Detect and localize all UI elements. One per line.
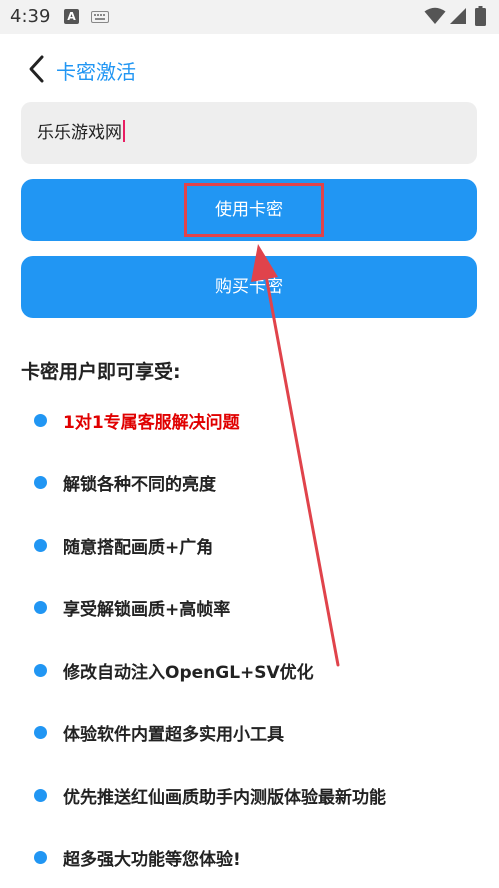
bullet-dot-icon: [34, 851, 47, 864]
chevron-left-icon[interactable]: [26, 54, 48, 84]
benefit-text: 解锁各种不同的亮度: [63, 475, 216, 495]
buy-card-button[interactable]: 购买卡密: [21, 256, 477, 318]
benefit-text: 体验软件内置超多实用小工具: [63, 725, 284, 745]
text-caret: [123, 120, 125, 142]
notification-a-icon: A: [64, 9, 79, 24]
bullet-dot-icon: [34, 664, 47, 677]
bullet-dot-icon: [34, 726, 47, 739]
benefit-text: 随意搭配画质+广角: [63, 538, 214, 558]
header: 卡密激活: [0, 34, 499, 104]
wifi-icon: [424, 7, 446, 24]
benefit-text: 享受解锁画质+高帧率: [63, 600, 231, 620]
bullet-dot-icon: [34, 601, 47, 614]
benefits-title: 卡密用户即可享受:: [21, 361, 181, 383]
card-code-value: 乐乐游戏网: [37, 123, 122, 143]
bullet-dot-icon: [34, 476, 47, 489]
highlight-box: [184, 183, 324, 237]
page-title: 卡密激活: [56, 60, 136, 84]
keyboard-icon: [91, 11, 109, 23]
benefit-text: 1对1专属客服解决问题: [63, 413, 240, 433]
status-time: 4:39: [10, 6, 51, 27]
bullet-dot-icon: [34, 414, 47, 427]
bullet-dot-icon: [34, 539, 47, 552]
benefit-text: 优先推送红仙画质助手内测版体验最新功能: [63, 788, 386, 808]
status-bar: 4:39 A: [0, 0, 499, 34]
card-code-input[interactable]: 乐乐游戏网: [21, 102, 477, 164]
bullet-dot-icon: [34, 789, 47, 802]
signal-icon: [450, 8, 466, 24]
benefit-text: 超多强大功能等您体验!: [63, 850, 241, 870]
benefit-text: 修改自动注入OpenGL+SV优化: [63, 663, 314, 683]
battery-icon: [475, 6, 486, 26]
